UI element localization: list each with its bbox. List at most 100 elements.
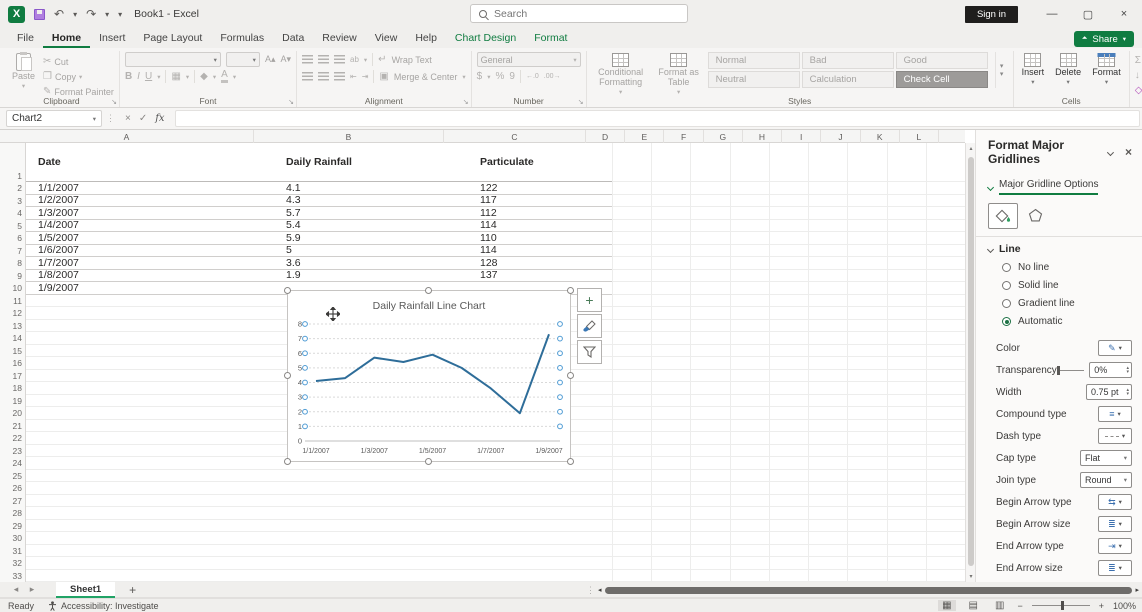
radio-solid-line[interactable]: Solid line [1002,280,1132,291]
cell-A1[interactable]: Date [26,156,280,168]
panel-collapse-icon[interactable] [1107,149,1114,156]
cell-B7[interactable]: 5 [280,244,470,256]
panel-close-icon[interactable]: × [1125,145,1132,159]
cell-C1[interactable]: Particulate [470,156,612,168]
sign-in-button[interactable]: Sign in [965,6,1018,23]
column-header-I[interactable]: I [782,130,821,143]
merge-center-button[interactable]: Merge & Center [394,72,458,82]
row-header-18[interactable]: 18 [0,382,22,395]
ribbon-tab-insert[interactable]: Insert [90,29,134,48]
zoom-slider[interactable] [1032,605,1090,606]
row-header-19[interactable]: 19 [0,395,22,408]
cell-B5[interactable]: 5.4 [280,219,470,231]
undo-icon[interactable]: ↶ [54,8,64,20]
chart-handle-bottom[interactable] [425,458,432,465]
row-header-22[interactable]: 22 [0,432,22,445]
join-type-select[interactable]: Round▾ [1080,472,1132,488]
cell-C4[interactable]: 112 [470,207,612,219]
column-header-A[interactable]: A [0,130,254,143]
fill-line-tab[interactable] [988,203,1018,229]
bold-button[interactable]: B [125,72,132,82]
increase-decimal-button[interactable]: ←.0 [526,73,539,80]
cell-B8[interactable]: 3.6 [280,257,470,269]
cell-A4[interactable]: 1/3/2007 [26,207,280,219]
page-layout-view-button[interactable]: ▤ [965,600,982,611]
radio-automatic[interactable]: Automatic [1002,316,1132,327]
cell-style-good[interactable]: Good [896,52,988,69]
row-header-8[interactable]: 8 [0,257,22,270]
row-header-31[interactable]: 31 [0,545,22,558]
radio-no-line[interactable]: No line [1002,262,1132,273]
row-header-5[interactable]: 5 [0,220,22,233]
previous-sheet-icon[interactable]: ◂ [8,584,24,595]
column-header-G[interactable]: G [704,130,743,143]
cell-C3[interactable]: 117 [470,194,612,206]
ribbon-tab-file[interactable]: File [8,29,43,48]
cell-style-bad[interactable]: Bad [802,52,894,69]
zoom-in-button[interactable]: + [1099,601,1104,611]
row-header-25[interactable]: 25 [0,470,22,483]
name-box[interactable]: Chart2 ▾ [6,110,102,127]
chart-handle-top[interactable] [425,287,432,294]
new-sheet-button[interactable]: + [129,583,136,597]
cell-A10[interactable]: 1/9/2007 [26,282,280,294]
zoom-slider-thumb[interactable] [1061,601,1064,610]
font-dialog-launcher-icon[interactable]: ↘ [288,98,294,106]
autosum-button[interactable]: ΣAutoSum▾ [1135,54,1142,67]
cell-C6[interactable]: 110 [470,232,612,244]
column-header-B[interactable]: B [254,130,444,143]
comma-style-button[interactable]: 9 [509,72,515,82]
row-header-4[interactable]: 4 [0,207,22,220]
row-header-13[interactable]: 13 [0,320,22,333]
align-right-icon[interactable] [334,72,345,81]
row-header-2[interactable]: 2 [0,182,22,195]
cell-styles-more-button[interactable]: ▾▾ [995,52,1008,88]
cell-C2[interactable]: 122 [470,182,612,194]
transparency-slider-thumb[interactable] [1057,366,1060,375]
ribbon-tab-data[interactable]: Data [273,29,313,48]
row-header-12[interactable]: 12 [0,307,22,320]
horizontal-scrollbar-thumb[interactable] [605,587,1133,594]
compound-type-button[interactable]: ≡▾ [1098,406,1132,422]
row-header-23[interactable]: 23 [0,445,22,458]
column-header-F[interactable]: F [664,130,703,143]
transparency-spinner[interactable]: 0%▴▾ [1089,362,1132,378]
cell-A2[interactable]: 1/1/2007 [26,182,280,194]
row-header-9[interactable]: 9 [0,270,22,283]
cell-B4[interactable]: 5.7 [280,207,470,219]
number-format-select[interactable]: General ▾ [477,52,581,67]
spinner-arrows-icon[interactable]: ▴▾ [1126,388,1129,396]
row-header-24[interactable]: 24 [0,457,22,470]
cell-A6[interactable]: 1/5/2007 [26,232,280,244]
italic-button[interactable]: I [137,72,140,82]
cell-B1[interactable]: Daily Rainfall [280,156,470,168]
effects-tab[interactable] [1028,208,1043,225]
cell-style-calculation[interactable]: Calculation [802,71,894,88]
line-section-chevron-icon[interactable] [987,245,994,252]
row-header-11[interactable]: 11 [0,295,22,308]
cut-button[interactable]: ✂Cut [43,55,114,68]
ribbon-tab-review[interactable]: Review [313,29,365,48]
chart-handle-top-left[interactable] [284,287,291,294]
begin-arrow-type-button[interactable]: ⇆▾ [1098,494,1132,510]
row-header-6[interactable]: 6 [0,232,22,245]
cell-C8[interactable]: 128 [470,257,612,269]
width-spinner[interactable]: 0.75 pt▴▾ [1086,384,1132,400]
row-header-20[interactable]: 20 [0,407,22,420]
font-name-select[interactable]: ▾ [125,52,221,67]
ribbon-tab-chart-design[interactable]: Chart Design [446,29,525,48]
ribbon-tab-home[interactable]: Home [43,29,90,48]
scroll-left-icon[interactable]: ◂ [598,586,602,594]
insert-function-icon[interactable]: fx [155,113,164,124]
column-header-C[interactable]: C [444,130,586,143]
clipboard-dialog-launcher-icon[interactable]: ↘ [111,98,117,106]
chart-filters-button[interactable] [577,340,602,364]
chart-handle-right[interactable] [567,372,574,379]
row-header-15[interactable]: 15 [0,345,22,358]
format-as-table-button[interactable]: Format as Table▾ [655,52,703,97]
ribbon-tab-help[interactable]: Help [406,29,446,48]
fill-color-button[interactable]: ◆ [200,72,208,82]
row-header-33[interactable]: 33 [0,570,22,583]
row-header-29[interactable]: 29 [0,520,22,533]
vertical-scrollbar-thumb[interactable] [968,157,974,566]
